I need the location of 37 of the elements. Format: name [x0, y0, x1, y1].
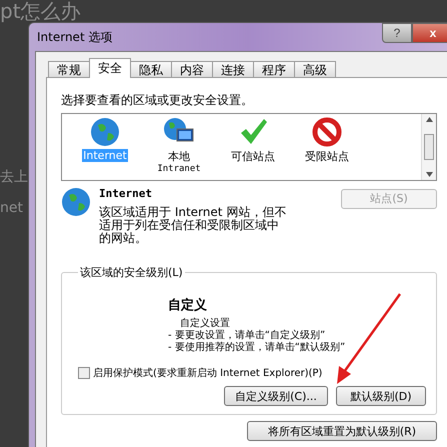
background-text: pt怎么办 [0, 0, 82, 22]
tab[interactable]: 程序 [253, 61, 295, 78]
background-text: net [0, 200, 23, 216]
window-title: Internet 选项 [36, 28, 112, 46]
level-button[interactable]: 自定义级别(C)... [224, 386, 328, 406]
scroll-up-icon[interactable] [426, 117, 432, 122]
globe-icon [90, 117, 120, 147]
tab[interactable]: 隐私 [130, 61, 172, 78]
level-name: 自定义 [168, 296, 208, 314]
prohibited-icon [312, 117, 342, 147]
tab[interactable]: 连接 [212, 61, 254, 78]
tab[interactable]: 高级 [294, 61, 336, 78]
protected-mode-checkbox[interactable]: 启用保护模式(要求重新启动 Internet Explorer)(P) [78, 366, 426, 380]
close-button[interactable]: x [412, 23, 447, 43]
group-legend: 该区域的安全级别(L) [78, 265, 185, 280]
level-button[interactable]: 默认级别(D) [336, 386, 426, 406]
zone-sublabel: Intranet [157, 164, 201, 174]
zone-item[interactable]: 可信站点 [230, 149, 276, 164]
globe-icon [61, 187, 91, 217]
zone-description: 该区域适用于 Internet 网站，但不适用于列在受信任和受限制区域中的网站。 [99, 206, 288, 245]
help-button[interactable]: ? [382, 23, 412, 43]
level-description: 自定义设置 [179, 318, 231, 330]
zone-item[interactable]: 受限站点 [304, 149, 350, 164]
background-text: 去上 [0, 168, 28, 186]
level-description: - 要更改设置，请单击“自定义级别” [168, 330, 326, 342]
reset-all-zones-button[interactable]: 将所有区域重置为默认级别(R) [247, 421, 437, 441]
scroll-thumb[interactable] [424, 134, 434, 160]
tab[interactable]: 内容 [171, 61, 213, 78]
instruction-text: 选择要查看的区域或更改安全设置。 [61, 92, 254, 109]
tab[interactable]: 常规 [48, 61, 90, 78]
tab[interactable]: 安全 [89, 58, 131, 78]
scroll-down-icon[interactable] [426, 172, 432, 177]
checkbox-label: 启用保护模式(要求重新启动 Internet Explorer)(P) [93, 366, 322, 380]
zone-title: Internet [99, 187, 153, 200]
scrollbar[interactable] [421, 114, 436, 180]
zone-item[interactable]: 本地 [167, 149, 191, 164]
level-description: - 要使用推荐的设置，请单击“默认级别” [168, 342, 346, 354]
